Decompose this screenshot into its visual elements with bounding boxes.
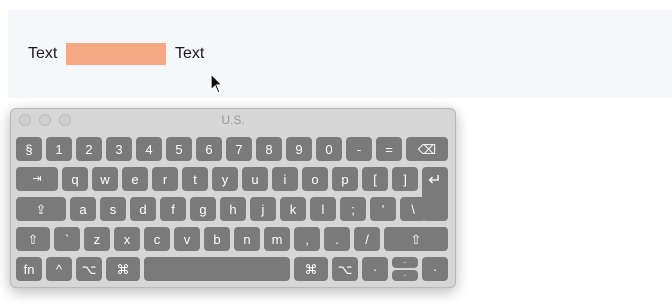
- tab-key[interactable]: ⇥: [16, 167, 58, 191]
- key-4[interactable]: 4: [136, 137, 162, 161]
- option-icon: ⌥: [337, 261, 353, 277]
- key-left-bracket[interactable]: [: [362, 167, 388, 191]
- key-p[interactable]: p: [332, 167, 358, 191]
- arrow-left-key[interactable]: ·: [362, 257, 388, 281]
- control-key[interactable]: ^: [46, 257, 72, 281]
- key-backtick[interactable]: `: [54, 227, 80, 251]
- key-r[interactable]: r: [152, 167, 178, 191]
- text-demo-area: Text Text: [8, 10, 672, 98]
- return-icon: ↵: [428, 172, 442, 189]
- left-shift-key[interactable]: ⇧: [16, 227, 50, 251]
- key-n[interactable]: n: [234, 227, 260, 251]
- key-q[interactable]: q: [62, 167, 88, 191]
- shift-icon: ⇧: [27, 231, 39, 247]
- option-icon: ⌥: [81, 261, 97, 277]
- right-text: Text: [175, 45, 205, 62]
- key-m[interactable]: m: [264, 227, 290, 251]
- window-titlebar[interactable]: U.S.: [11, 109, 455, 131]
- key-d[interactable]: d: [130, 197, 156, 221]
- shift-icon: ⇧: [410, 231, 422, 247]
- key-e[interactable]: e: [122, 167, 148, 191]
- key-l[interactable]: l: [310, 197, 336, 221]
- caps-lock-icon: ⇪: [35, 201, 47, 217]
- key-2[interactable]: 2: [76, 137, 102, 161]
- key-v[interactable]: v: [174, 227, 200, 251]
- key-0[interactable]: 0: [316, 137, 342, 161]
- key-9[interactable]: 9: [286, 137, 312, 161]
- arrow-right-icon: ·: [432, 261, 438, 277]
- key-quote[interactable]: ': [370, 197, 396, 221]
- key-semicolon[interactable]: ;: [340, 197, 366, 221]
- key-y[interactable]: y: [212, 167, 238, 191]
- key-minus[interactable]: -: [346, 137, 372, 161]
- key-f[interactable]: f: [160, 197, 186, 221]
- mouse-pointer-icon: [210, 73, 224, 94]
- key-i[interactable]: i: [272, 167, 298, 191]
- arrow-down-icon: ·: [403, 269, 407, 281]
- key-b[interactable]: b: [204, 227, 230, 251]
- key-8[interactable]: 8: [256, 137, 282, 161]
- caps-lock-key[interactable]: ⇪: [16, 197, 66, 221]
- key-right-bracket[interactable]: ]: [392, 167, 418, 191]
- right-command-key[interactable]: ⌘: [294, 257, 328, 281]
- key-z[interactable]: z: [84, 227, 110, 251]
- key-w[interactable]: w: [92, 167, 118, 191]
- left-text: Text: [28, 45, 58, 62]
- key-comma[interactable]: ,: [294, 227, 320, 251]
- tab-icon: ⇥: [32, 172, 42, 185]
- key-h[interactable]: h: [220, 197, 246, 221]
- arrow-down-key[interactable]: ·: [392, 270, 418, 281]
- left-command-key[interactable]: ⌘: [106, 257, 140, 281]
- left-option-key[interactable]: ⌥: [76, 257, 102, 281]
- key-backslash[interactable]: \: [400, 197, 426, 221]
- key-t[interactable]: t: [182, 167, 208, 191]
- key-equals[interactable]: =: [376, 137, 402, 161]
- space-bar[interactable]: [144, 257, 290, 281]
- key-x[interactable]: x: [114, 227, 140, 251]
- key-c[interactable]: c: [144, 227, 170, 251]
- key-period[interactable]: .: [324, 227, 350, 251]
- right-option-key[interactable]: ⌥: [332, 257, 358, 281]
- command-icon: ⌘: [304, 261, 318, 277]
- arrow-right-key[interactable]: ·: [422, 257, 448, 281]
- delete-key[interactable]: ⌫: [406, 137, 448, 161]
- key-1[interactable]: 1: [46, 137, 72, 161]
- key-o[interactable]: o: [302, 167, 328, 191]
- key-g[interactable]: g: [190, 197, 216, 221]
- window-title: U.S.: [221, 113, 245, 127]
- key-slash[interactable]: /: [354, 227, 380, 251]
- key-k[interactable]: k: [280, 197, 306, 221]
- key-7[interactable]: 7: [226, 137, 252, 161]
- fn-key[interactable]: fn: [16, 257, 42, 281]
- arrow-up-icon: ·: [403, 256, 407, 268]
- key-6[interactable]: 6: [196, 137, 222, 161]
- keyboard-viewer-window[interactable]: U.S. § 1 2 3 4 5 6 7 8 9 0 - = ⌫ ⇥ q w e…: [10, 108, 456, 288]
- right-shift-key[interactable]: ⇧: [384, 227, 448, 251]
- arrow-up-key[interactable]: ·: [392, 257, 418, 268]
- key-section[interactable]: §: [16, 137, 42, 161]
- key-5[interactable]: 5: [166, 137, 192, 161]
- arrow-left-icon: ·: [372, 261, 378, 277]
- key-j[interactable]: j: [250, 197, 276, 221]
- key-a[interactable]: a: [70, 197, 96, 221]
- key-3[interactable]: 3: [106, 137, 132, 161]
- control-icon: ^: [55, 261, 63, 277]
- key-u[interactable]: u: [242, 167, 268, 191]
- command-icon: ⌘: [116, 261, 130, 277]
- key-s[interactable]: s: [100, 197, 126, 221]
- delete-icon: ⌫: [417, 141, 437, 157]
- selection-highlight[interactable]: [66, 43, 166, 65]
